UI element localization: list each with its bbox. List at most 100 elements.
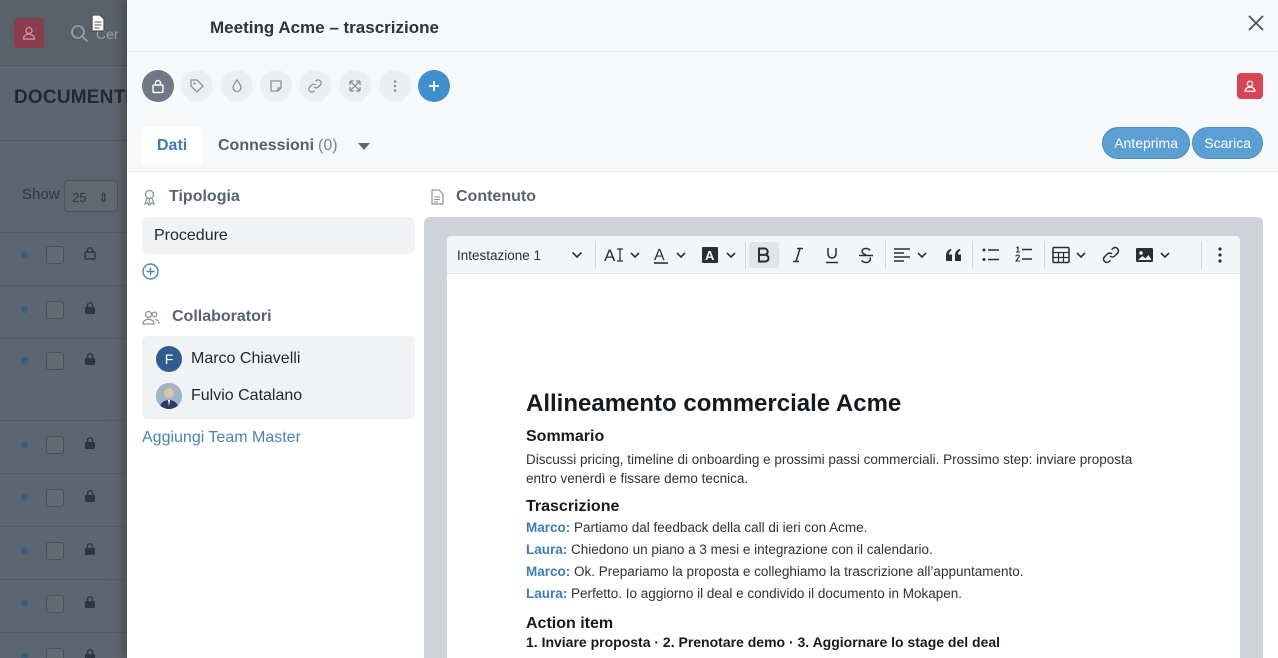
- text-color-button[interactable]: A: [651, 242, 691, 268]
- bold-button[interactable]: [749, 242, 779, 268]
- add-button[interactable]: [418, 70, 450, 102]
- heading-select[interactable]: Intestazione 1: [457, 242, 587, 268]
- status-dot: [21, 251, 28, 258]
- table-button[interactable]: [1050, 242, 1092, 268]
- status-dot: [21, 306, 28, 313]
- download-label: Scarica: [1204, 135, 1251, 151]
- table-row[interactable]: [0, 232, 128, 285]
- avatar: [156, 383, 182, 409]
- numbered-list-button[interactable]: [1011, 242, 1037, 268]
- line-text: Perfetto. Io aggiorno il deal e condivid…: [567, 586, 963, 601]
- table-row[interactable]: [0, 338, 128, 420]
- divider: [0, 140, 128, 141]
- chevron-down-icon[interactable]: [356, 140, 372, 152]
- row-checkbox[interactable]: [46, 246, 64, 264]
- tipologia-heading: Tipologia: [142, 188, 240, 206]
- note-button[interactable]: [260, 70, 292, 102]
- italic-button[interactable]: [785, 242, 811, 268]
- underline-icon: [826, 247, 838, 263]
- table-row[interactable]: [0, 420, 128, 473]
- tab-label: Dati: [157, 136, 188, 154]
- action-heading: Action item: [526, 615, 614, 632]
- row-checkbox[interactable]: [46, 595, 64, 613]
- row-checkbox[interactable]: [46, 301, 64, 319]
- connections-count: (0): [318, 136, 338, 154]
- lock-button[interactable]: [142, 70, 174, 102]
- table-icon: [1052, 246, 1086, 264]
- document-icon: [91, 14, 105, 32]
- tag-button[interactable]: [181, 70, 213, 102]
- editor-toolbar: Intestazione 1 A A A: [447, 236, 1240, 274]
- user-menu-button[interactable]: [1237, 73, 1263, 99]
- collaborators-list: F Marco Chiavelli Fulvio Catalano: [142, 336, 415, 419]
- blockquote-button[interactable]: [941, 242, 967, 268]
- select-arrows-icon: ⇕: [98, 190, 109, 205]
- strikethrough-button[interactable]: [853, 242, 879, 268]
- note-icon: [270, 80, 282, 92]
- table-row[interactable]: [0, 285, 128, 338]
- page-size-value: 25: [72, 190, 87, 205]
- row-checkbox[interactable]: [46, 542, 64, 560]
- show-label: Show: [22, 186, 60, 203]
- background-page-title: DOCUMENTI: [14, 87, 131, 108]
- image-button[interactable]: [1133, 242, 1177, 268]
- close-icon[interactable]: [1246, 13, 1266, 33]
- table-row[interactable]: [0, 526, 128, 579]
- row-checkbox[interactable]: [46, 436, 64, 454]
- add-icon: [429, 81, 439, 91]
- highlight-button[interactable]: A: [699, 242, 741, 268]
- collaboratori-label: Collaboratori: [172, 308, 272, 325]
- color-button[interactable]: [221, 70, 253, 102]
- document-title: Allineamento commerciale Acme: [526, 390, 902, 417]
- row-checkbox[interactable]: [46, 489, 64, 507]
- add-team-link[interactable]: Aggiungi Team Master: [142, 429, 301, 447]
- link-icon: [1102, 246, 1120, 264]
- table-row[interactable]: [0, 579, 128, 632]
- tipologia-field[interactable]: Procedure: [142, 217, 415, 254]
- document-icon: [431, 189, 444, 205]
- speaker-name: Marco:: [526, 520, 571, 535]
- more-icon: [393, 80, 397, 92]
- row-checkbox[interactable]: [46, 352, 64, 370]
- app-logo[interactable]: [14, 18, 44, 48]
- status-dot: [21, 494, 28, 501]
- table-row[interactable]: [0, 473, 128, 526]
- table-row[interactable]: [0, 632, 128, 658]
- tab-dati[interactable]: Dati: [142, 127, 203, 164]
- lock-icon: [85, 649, 95, 658]
- status-dot: [21, 600, 28, 607]
- lock-icon: [85, 543, 95, 555]
- bullet-list-icon: [982, 248, 999, 261]
- more-options-button[interactable]: [1207, 242, 1233, 268]
- document-panel: Meeting Acme – trascrizione Dati Conness…: [91, 0, 1278, 658]
- lock-icon: [85, 490, 95, 502]
- numbered-list-icon: [1015, 246, 1032, 262]
- quote-icon: [946, 249, 961, 261]
- add-circle-icon[interactable]: [142, 263, 159, 280]
- link-insert-button[interactable]: [1098, 242, 1124, 268]
- lock-icon: [85, 596, 95, 608]
- page-size-select[interactable]: 25 ⇕: [64, 180, 118, 212]
- font-size-button[interactable]: A: [603, 242, 643, 268]
- underline-button[interactable]: [819, 242, 845, 268]
- bullet-list-button[interactable]: [978, 242, 1004, 268]
- collaborator-item[interactable]: Fulvio Catalano: [156, 383, 302, 409]
- toolbar-divider: [745, 241, 746, 269]
- award-icon: [143, 189, 156, 206]
- tab-connessioni[interactable]: Connessioni (0): [203, 127, 353, 164]
- toolbar-divider: [595, 241, 596, 269]
- align-button[interactable]: [891, 242, 933, 268]
- user-icon: [1244, 80, 1256, 92]
- collaborator-item[interactable]: F Marco Chiavelli: [156, 346, 300, 372]
- editor-content[interactable]: Allineamento commerciale Acme Sommario D…: [447, 274, 1240, 658]
- row-checkbox[interactable]: [46, 648, 64, 658]
- more-button[interactable]: [379, 70, 411, 102]
- speaker-name: Marco:: [526, 564, 571, 579]
- transcript-line: Laura: Chiedono un piano a 3 mesi e inte…: [526, 539, 1136, 561]
- preview-button[interactable]: Anteprima: [1102, 127, 1190, 159]
- link-button[interactable]: [299, 70, 331, 102]
- download-button[interactable]: Scarica: [1192, 127, 1263, 159]
- expand-button[interactable]: [339, 70, 371, 102]
- collaborator-name: Fulvio Catalano: [191, 387, 303, 404]
- search-icon: [71, 25, 89, 43]
